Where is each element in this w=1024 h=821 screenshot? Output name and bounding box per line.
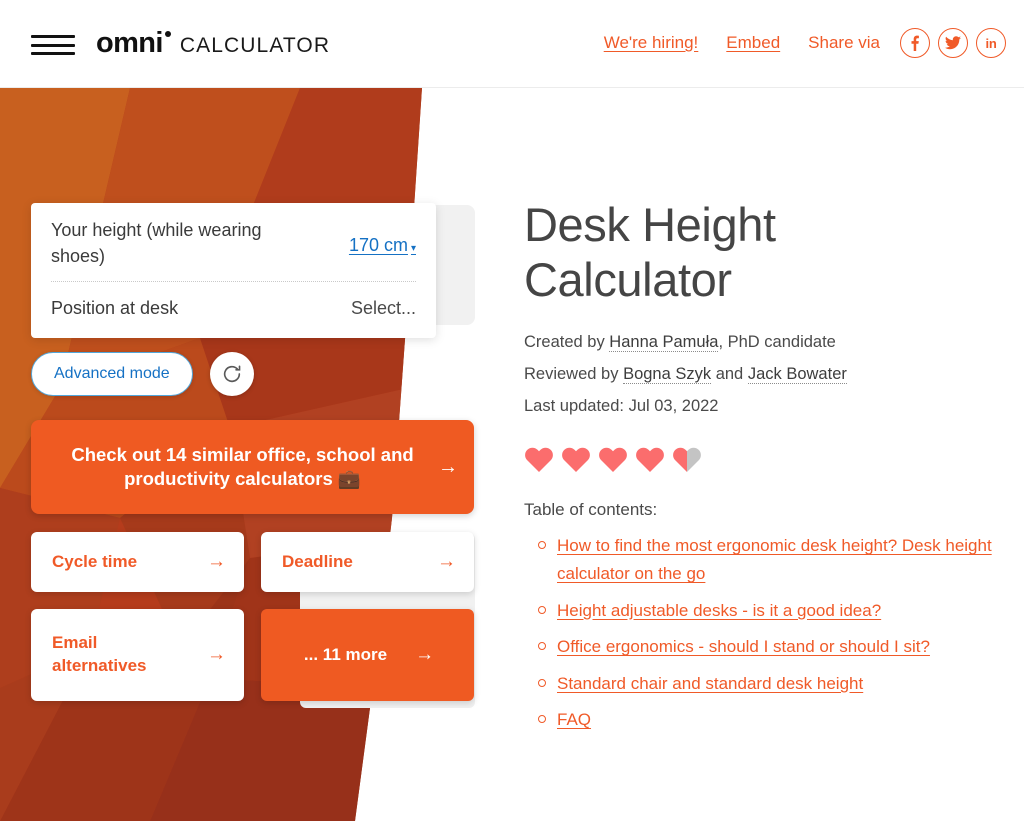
article-content: Desk Height Calculator Created by Hanna … — [524, 198, 1024, 743]
hamburger-menu-icon[interactable] — [31, 31, 75, 59]
toc-link[interactable]: How to find the most ergonomic desk heig… — [557, 536, 992, 583]
article-byline: Created by Hanna Pamuła, PhD candidate R… — [524, 326, 1024, 423]
heart-icon-filled[interactable] — [524, 444, 554, 474]
tile-label: Cycle time — [52, 551, 138, 571]
heart-icon-half[interactable] — [672, 444, 702, 474]
page-title: Desk Height Calculator — [524, 198, 776, 306]
author-link[interactable]: Hanna Pamuła — [609, 332, 719, 352]
facebook-icon[interactable] — [900, 28, 930, 58]
page-root: omni CALCULATOR We're hiring! Embed Shar… — [0, 0, 1024, 821]
arrow-right-icon: → — [207, 644, 226, 665]
arrow-right-icon: → — [437, 551, 456, 572]
toc-heading: Table of contents: — [524, 500, 658, 520]
heart-icon-filled[interactable] — [635, 444, 665, 474]
hamburger-bar — [31, 43, 75, 47]
toc-link[interactable]: Height adjustable desks - is it a good i… — [557, 601, 881, 620]
toc-item: Height adjustable desks - is it a good i… — [538, 597, 1024, 625]
last-updated: Last updated: Jul 03, 2022 — [524, 397, 719, 416]
heart-icon-filled[interactable] — [598, 444, 628, 474]
table-of-contents: How to find the most ergonomic desk heig… — [524, 532, 1024, 734]
reviewer-link-1[interactable]: Bogna Szyk — [623, 365, 712, 385]
toc-link[interactable]: Office ergonomics - should I stand or sh… — [557, 637, 930, 656]
field-row-position: Position at desk Select... — [51, 282, 416, 338]
tile-label: Deadline — [282, 551, 353, 571]
chevron-down-icon: ▾ — [410, 243, 416, 254]
position-select[interactable]: Select... — [351, 298, 416, 319]
linkedin-glyph: in — [985, 35, 997, 51]
reviewed-join: and — [711, 365, 748, 384]
cta-label: Check out 14 similar office, school and … — [71, 443, 414, 489]
toc-item: FAQ — [538, 706, 1024, 734]
tile-label: ... 11 more — [303, 645, 388, 664]
rating-hearts — [524, 444, 1024, 474]
header-actions: We're hiring! Embed Share via in — [604, 28, 1006, 58]
linkedin-icon[interactable]: in — [976, 28, 1006, 58]
created-by-suffix: , PhD candidate — [718, 332, 836, 351]
brand-name-primary: omni — [96, 27, 163, 59]
toc-item: Office ergonomics - should I stand or sh… — [538, 633, 1024, 661]
advanced-mode-label: Advanced mode — [54, 365, 170, 382]
height-unit-value: 170 cm — [348, 235, 408, 255]
heart-icon-filled[interactable] — [561, 444, 591, 474]
refresh-icon — [223, 365, 240, 383]
tile-deadline[interactable]: Deadline → — [261, 532, 474, 592]
height-field-label: Your height (while wearing shoes) — [51, 220, 262, 267]
tile-cycle-time[interactable]: Cycle time → — [31, 532, 244, 592]
toc-item: Standard chair and standard desk height — [538, 670, 1024, 698]
toc-link[interactable]: Standard chair and standard desk height — [557, 674, 863, 693]
toc-link[interactable]: FAQ — [557, 710, 591, 729]
twitter-icon[interactable] — [938, 28, 968, 58]
brand-dot-icon — [164, 31, 171, 37]
arrow-right-icon: → — [207, 551, 226, 572]
created-by-row: Created by Hanna Pamuła, PhD candidate — [524, 326, 1024, 358]
tile-label: Email alternatives — [52, 633, 147, 675]
created-by-prefix: Created by — [524, 332, 610, 351]
site-header: omni CALCULATOR We're hiring! Embed Shar… — [0, 0, 1024, 88]
reviewer-link-2[interactable]: Jack Bowater — [747, 365, 847, 385]
position-field-label: Position at desk — [51, 298, 179, 319]
share-via-label: Share via — [808, 33, 880, 52]
hamburger-bar — [31, 52, 75, 55]
tile-email-alternatives[interactable]: Email alternatives → — [31, 609, 244, 701]
field-row-height: Your height (while wearing shoes) 170 cm… — [51, 203, 416, 283]
advanced-mode-button[interactable]: Advanced mode — [31, 352, 193, 396]
arrow-right-icon: → — [438, 455, 458, 478]
calculator-controls: Advanced mode — [31, 352, 254, 396]
hiring-link[interactable]: We're hiring! — [604, 33, 699, 53]
reload-button[interactable] — [209, 352, 254, 396]
tile-more-calculators[interactable]: ... 11 more → — [261, 609, 474, 701]
similar-calculators-cta[interactable]: Check out 14 similar office, school and … — [31, 420, 474, 514]
brand-logo[interactable]: omni CALCULATOR — [96, 29, 330, 58]
embed-link[interactable]: Embed — [726, 33, 780, 53]
reviewed-by-row: Reviewed by Bogna Szyk and Jack Bowater — [524, 358, 1024, 390]
brand-name-secondary: CALCULATOR — [179, 34, 331, 57]
arrow-right-icon: → — [415, 644, 435, 665]
height-unit-select[interactable]: 170 cm ▾ — [349, 217, 416, 256]
hamburger-bar — [31, 35, 75, 38]
related-calculator-tiles: Cycle time → Deadline → Email alternativ… — [31, 532, 474, 701]
toc-item: How to find the most ergonomic desk heig… — [538, 532, 1024, 587]
reviewed-by-prefix: Reviewed by — [524, 365, 624, 384]
calculator-form-card: Your height (while wearing shoes) 170 cm… — [31, 203, 436, 339]
